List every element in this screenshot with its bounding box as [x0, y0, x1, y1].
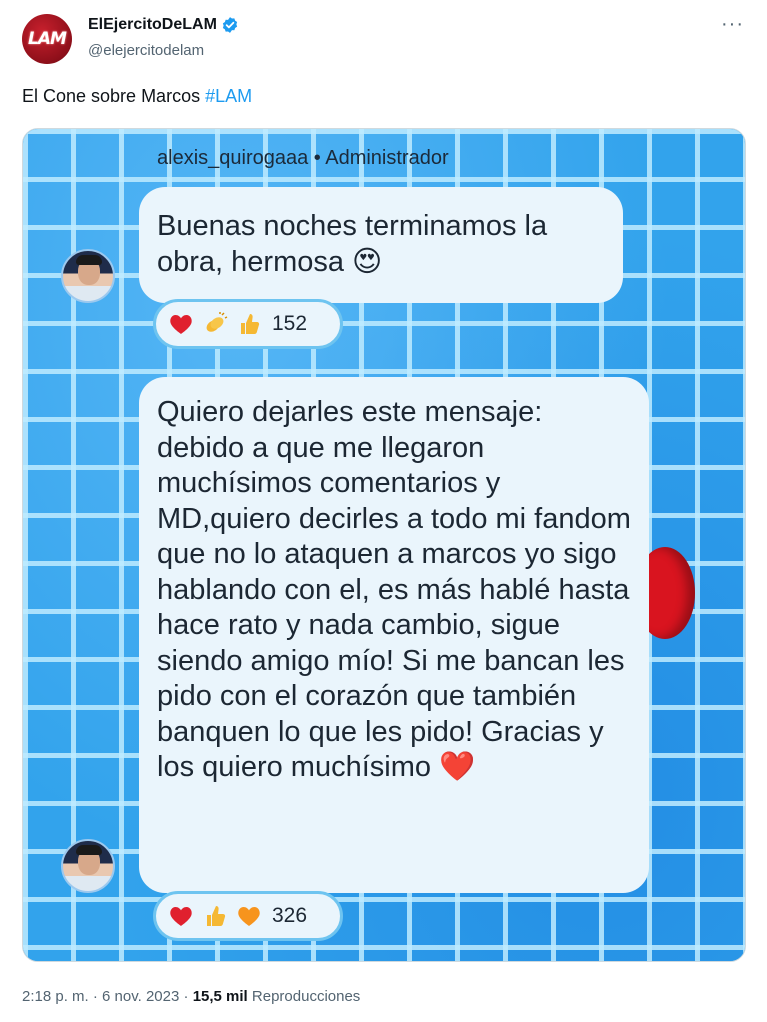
- tweet-body: El Cone sobre Marcos: [22, 86, 206, 106]
- hashtag-link[interactable]: #LAM: [205, 86, 252, 106]
- more-options-icon[interactable]: ···: [721, 14, 744, 34]
- reaction-count: 326: [272, 904, 308, 927]
- sender-avatar: [61, 249, 115, 303]
- account-avatar[interactable]: LAM: [22, 14, 72, 64]
- reactions-bar: 326: [153, 891, 343, 941]
- heart-icon: [168, 311, 194, 337]
- tweet-text: El Cone sobre Marcos #LAM: [22, 86, 252, 107]
- verified-badge-icon: [222, 17, 238, 33]
- separator: ·: [179, 988, 193, 1005]
- reactions-bar: 152: [153, 299, 343, 349]
- orange-heart-icon: [236, 903, 262, 929]
- tweet-time[interactable]: 2:18 p. m.: [22, 988, 89, 1005]
- tweet-footer: 2:18 p. m. · 6 nov. 2023 · 15,5 mil Repr…: [22, 988, 360, 1005]
- heart-icon: [168, 903, 194, 929]
- tweet-header: LAM ElEjercitoDeLAM @elejercitodelam ···: [22, 14, 752, 64]
- name-row: ElEjercitoDeLAM: [88, 16, 239, 34]
- message-sender: alexis_quirogaaa • Administrador: [157, 147, 449, 169]
- account-handle[interactable]: @elejercitodelam: [88, 42, 204, 59]
- clap-icon: [202, 311, 228, 337]
- sender-avatar: [61, 839, 115, 893]
- reaction-count: 152: [272, 312, 308, 335]
- tweet-date[interactable]: 6 nov. 2023: [102, 988, 179, 1005]
- thumbs-up-icon: [202, 903, 228, 929]
- separator: ·: [88, 988, 103, 1005]
- views-count: 15,5 mil: [192, 988, 248, 1005]
- lam-logo: LAM: [28, 29, 67, 49]
- thumbs-up-icon: [236, 311, 262, 337]
- tweet-media-image[interactable]: alexis_quirogaaa • Administrador Buenas …: [22, 128, 746, 962]
- views-label: Reproducciones: [247, 988, 361, 1005]
- message-bubble: Buenas noches terminamos la obra, hermos…: [139, 187, 623, 303]
- message-bubble: Quiero dejarles este mensaje: debido a q…: [139, 377, 649, 893]
- display-name[interactable]: ElEjercitoDeLAM: [88, 16, 217, 34]
